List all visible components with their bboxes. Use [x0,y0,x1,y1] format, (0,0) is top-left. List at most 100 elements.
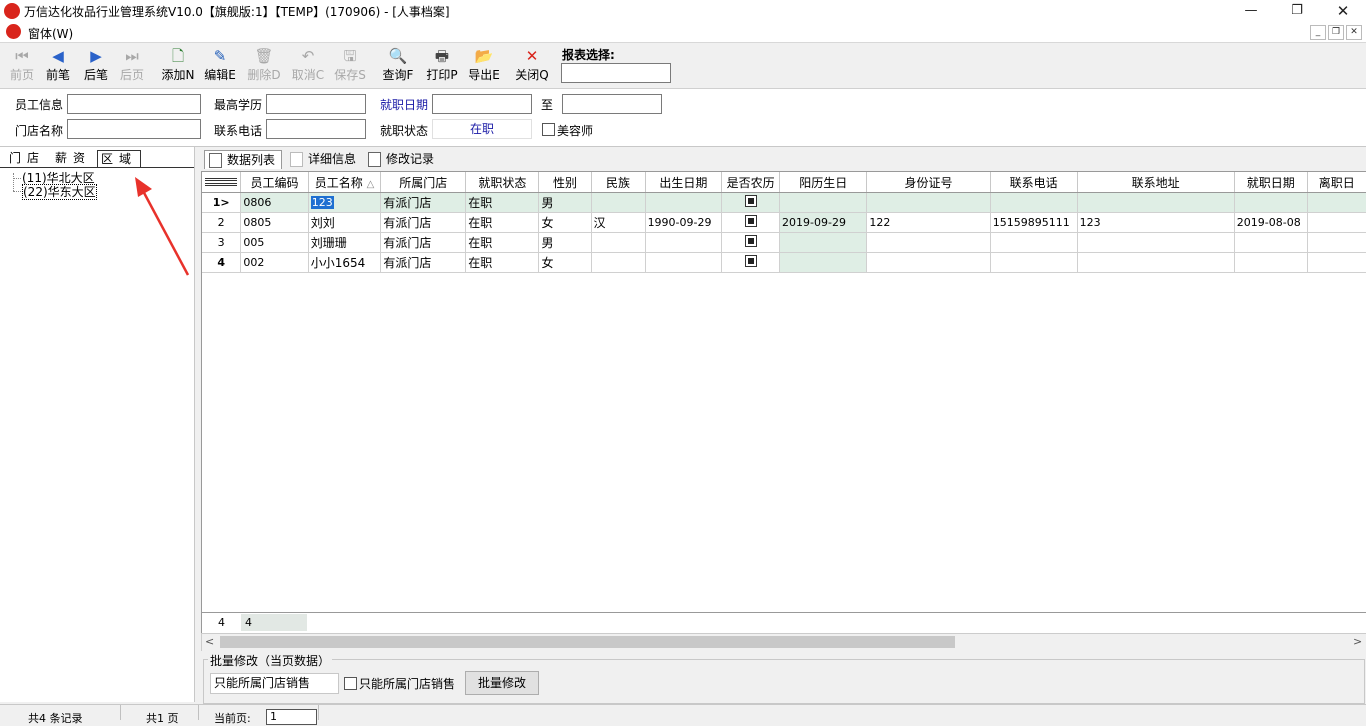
cell-gender[interactable]: 男 [538,232,592,253]
cell-leave[interactable] [1307,192,1366,213]
tree-node-east-region[interactable]: (22)华东大区 [22,184,97,200]
tab-salary[interactable]: 薪资 [52,150,94,166]
col-header[interactable]: 身份证号 [866,172,991,193]
hire-date-label[interactable]: 就职日期 [380,96,428,113]
col-header[interactable]: 出生日期 [645,172,723,193]
col-header[interactable]: 员工编码 [240,172,309,193]
cell-solar-birth[interactable] [779,252,868,273]
table-row[interactable]: 4 002 小小1654 有派门店 在职 女 [202,252,1366,273]
mdi-close-icon[interactable]: ✕ [1346,25,1362,40]
mdi-restore-icon[interactable]: ❐ [1328,25,1344,40]
col-header[interactable]: 就职状态 [465,172,540,193]
tree-node-north-region[interactable]: (11)华北大区 [22,171,95,185]
cell-id[interactable] [866,252,991,273]
table-row[interactable]: 3 005 刘珊珊 有派门店 在职 男 [202,232,1366,253]
cell-birth[interactable]: 1990-09-29 [645,212,723,233]
cell-store[interactable]: 有派门店 [380,232,467,253]
lunar-checkbox[interactable] [744,215,757,227]
cell-code[interactable]: 0806 [240,192,309,213]
cell-gender[interactable]: 女 [538,212,592,233]
col-header[interactable]: 就职日期 [1234,172,1308,193]
cell-id[interactable] [866,232,991,253]
query-button[interactable]: 🔍 查询F [380,45,416,87]
cell-birth[interactable] [645,232,723,253]
tab-region[interactable]: 区域 [97,150,142,167]
mdi-minimize-icon[interactable]: _ [1310,25,1326,40]
cell-address[interactable] [1077,232,1235,253]
report-select[interactable] [561,63,671,83]
data-grid[interactable]: 员工编码 员工名称 △ 所属门店 就职状态 性别 民族 出生日期 是否农历 阳历… [201,171,1366,613]
cell-phone[interactable] [990,252,1078,273]
lunar-checkbox[interactable] [744,235,757,247]
cell-hire[interactable] [1234,232,1308,253]
cell-birth[interactable] [645,252,723,273]
lunar-checkbox[interactable] [744,195,757,207]
cell-address[interactable] [1077,252,1235,273]
hire-date-to-input[interactable] [562,94,662,114]
cell-name[interactable]: 刘珊珊 [308,232,382,253]
next-record-button[interactable]: ▶ 后笔 [80,45,112,87]
col-header[interactable]: 性别 [538,172,592,193]
col-header[interactable]: 联系地址 [1077,172,1235,193]
row-indicator-header[interactable] [202,172,242,193]
edit-button[interactable]: ✎ 编辑E [202,45,238,87]
beautician-checkbox[interactable] [542,123,555,136]
add-button[interactable]: 🗋 添加N [160,45,196,87]
batch-field-select[interactable]: 只能所属门店销售 [210,673,339,694]
col-header[interactable]: 是否农历 [721,172,781,193]
hire-date-from-input[interactable] [432,94,532,114]
cell-leave[interactable] [1307,252,1366,273]
cell-address[interactable] [1077,192,1235,213]
col-header[interactable]: 联系电话 [990,172,1078,193]
cell-hire[interactable] [1234,192,1308,213]
batch-checkbox[interactable] [344,677,357,690]
col-header[interactable]: 民族 [591,172,646,193]
employee-info-input[interactable] [67,94,201,114]
cell-solar-birth[interactable] [779,192,868,213]
scrollbar-thumb[interactable] [220,636,955,648]
employ-status-select[interactable]: 在职 [432,119,532,139]
close-window-icon[interactable]: ✕ [1320,0,1366,22]
cell-lunar[interactable] [721,192,781,213]
cell-leave[interactable] [1307,212,1366,233]
tab-store[interactable]: 门店 [6,150,48,166]
cell-name[interactable]: 小小1654 [308,252,382,273]
cell-name[interactable]: 123 [308,192,382,213]
cell-nation[interactable]: 汉 [591,212,646,233]
menu-window[interactable]: 窗体(W) [28,25,73,42]
cell-id[interactable] [866,192,991,213]
close-button[interactable]: ✕ 关闭Q [514,45,550,87]
first-page-button[interactable]: ⏮ 前页 [6,45,38,87]
cell-lunar[interactable] [721,232,781,253]
cell-solar-birth[interactable]: 2019-09-29 [779,212,868,233]
cell-store[interactable]: 有派门店 [380,252,467,273]
scroll-right-icon[interactable]: > [1353,635,1362,648]
cell-phone[interactable]: 15159895111 [990,212,1078,233]
cell-status[interactable]: 在职 [465,232,540,253]
export-button[interactable]: 📂 导出E [466,45,502,87]
table-row[interactable]: 1> 0806 123 有派门店 在职 男 [202,192,1366,213]
delete-button[interactable]: 🗑 删除D [246,45,282,87]
cell-code[interactable]: 005 [240,232,309,253]
cell-nation[interactable] [591,252,646,273]
save-button[interactable]: 🖫 保存S [332,45,368,87]
minimize-icon[interactable]: — [1228,0,1274,22]
cell-status[interactable]: 在职 [465,252,540,273]
cell-hire[interactable] [1234,252,1308,273]
cell-name[interactable]: 刘刘 [308,212,382,233]
tab-data-list[interactable]: 数据列表 [204,150,283,169]
cell-hire[interactable]: 2019-08-08 [1234,212,1308,233]
cell-status[interactable]: 在职 [465,192,540,213]
lunar-checkbox[interactable] [744,255,757,267]
cell-lunar[interactable] [721,212,781,233]
col-header[interactable]: 阳历生日 [779,172,868,193]
last-page-button[interactable]: ⏭ 后页 [116,45,148,87]
tab-change-log[interactable]: 修改记录 [364,150,434,168]
cell-store[interactable]: 有派门店 [380,192,467,213]
prev-record-button[interactable]: ◀ 前笔 [42,45,74,87]
store-name-input[interactable] [67,119,201,139]
tab-detail-info[interactable]: 详细信息 [286,150,356,168]
cell-lunar[interactable] [721,252,781,273]
cell-birth[interactable] [645,192,723,213]
cell-leave[interactable] [1307,232,1366,253]
